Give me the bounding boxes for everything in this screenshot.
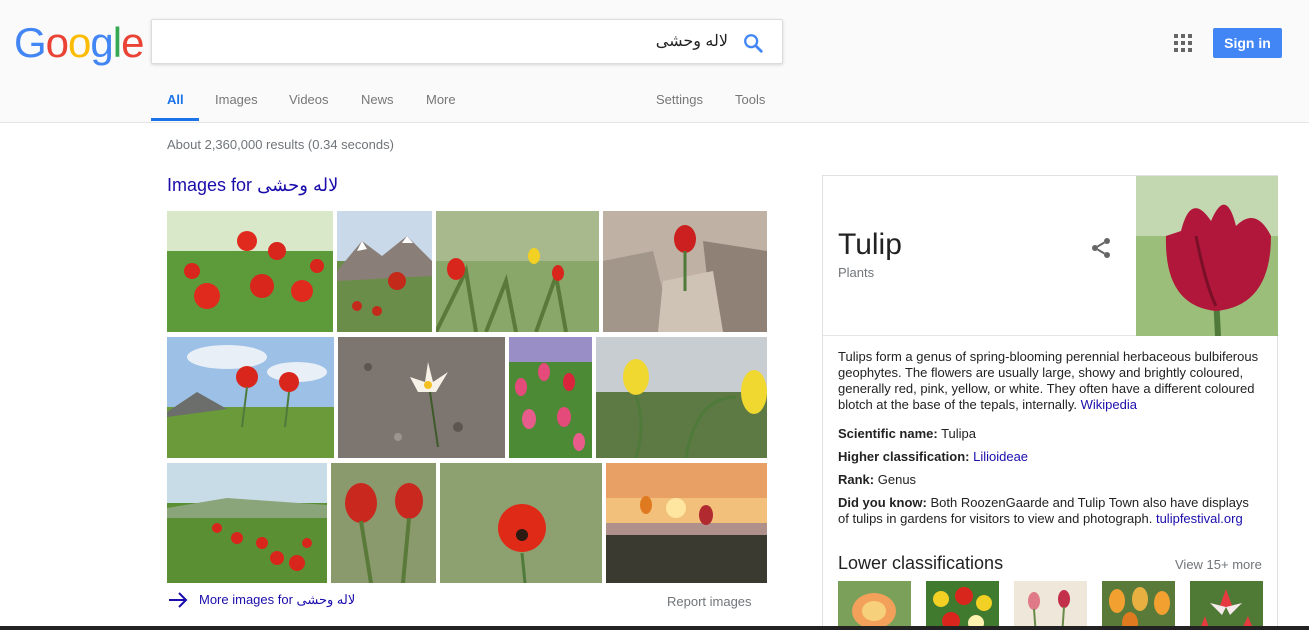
fact-label: Rank:: [838, 472, 875, 487]
more-images-link[interactable]: More images for لاله وحشی: [167, 591, 355, 609]
logo-letter: o: [45, 19, 69, 66]
tab-more[interactable]: More: [426, 92, 456, 123]
result-stats: About 2,360,000 results (0.34 seconds): [167, 137, 394, 152]
tulipfestival-link[interactable]: tulipfestival.org: [1156, 511, 1243, 526]
fact-label: Scientific name:: [838, 426, 938, 441]
apps-grid-icon[interactable]: [1174, 34, 1192, 52]
logo-letter: l: [112, 19, 122, 66]
image-result-thumbnail[interactable]: [606, 463, 767, 583]
tab-news[interactable]: News: [361, 92, 394, 123]
image-result-thumbnail[interactable]: [167, 211, 333, 332]
images-heading-prefix[interactable]: Images for: [167, 175, 252, 195]
fact-value-link[interactable]: Lilioideae: [973, 449, 1028, 464]
tab-videos[interactable]: Videos: [289, 92, 329, 123]
kp-fact-rank: Rank: Genus: [838, 472, 1263, 488]
kp-fact-scientific-name: Scientific name: Tulipa: [838, 426, 1263, 442]
logo-letter: o: [68, 19, 91, 66]
logo-letter: e: [121, 19, 144, 66]
logo-letter: G: [14, 19, 47, 66]
fact-value: Genus: [877, 472, 917, 487]
fact-value: Tulipa: [941, 426, 977, 441]
report-images-link[interactable]: Report images: [667, 594, 752, 609]
image-result-thumbnail[interactable]: [440, 463, 602, 583]
kp-title: Tulip: [838, 228, 902, 261]
image-result-thumbnail[interactable]: [338, 337, 505, 458]
sign-in-button[interactable]: Sign in: [1213, 28, 1282, 58]
logo-letter: g: [90, 19, 113, 66]
fact-label: Did you know:: [838, 495, 927, 510]
search-query[interactable]: لاله وحشی: [656, 31, 728, 51]
view-more-link[interactable]: View 15+ more: [1175, 557, 1262, 572]
tab-tools[interactable]: Tools: [735, 92, 765, 123]
arrow-right-icon: [169, 592, 188, 608]
lower-classification-thumbnail[interactable]: [1190, 581, 1263, 630]
tab-settings[interactable]: Settings: [656, 92, 703, 123]
image-result-thumbnail[interactable]: [331, 463, 436, 583]
knowledge-panel: Tulip Plants Tulips form a genus of spri…: [822, 175, 1279, 630]
tab-images[interactable]: Images: [215, 92, 258, 123]
image-result-thumbnail[interactable]: [337, 211, 432, 332]
fact-label: Higher classification:: [838, 449, 970, 464]
kp-description-text: Tulips form a genus of spring-blooming p…: [838, 349, 1259, 412]
lower-classification-thumbnail[interactable]: [838, 581, 911, 630]
bottom-edge: [0, 626, 1309, 630]
image-result-thumbnail[interactable]: [436, 211, 599, 332]
tulip-image[interactable]: [1136, 176, 1278, 336]
knowledge-panel-header: Tulip Plants: [823, 176, 1279, 336]
share-icon[interactable]: [1089, 236, 1113, 260]
image-result-thumbnail[interactable]: [167, 337, 334, 458]
kp-subtitle: Plants: [838, 265, 875, 280]
images-heading[interactable]: Images for لاله وحشی: [167, 175, 338, 196]
google-logo[interactable]: Google: [14, 19, 144, 66]
more-images-label[interactable]: More images for لاله وحشی: [199, 592, 355, 608]
kp-fact-higher-classification: Higher classification: Lilioideae: [838, 449, 1263, 465]
search-icon[interactable]: [742, 32, 764, 54]
active-tab-indicator: [151, 118, 199, 121]
image-result-thumbnail[interactable]: [167, 463, 327, 583]
lower-classification-thumbnail[interactable]: [926, 581, 999, 630]
lower-classifications-title: Lower classifications: [838, 553, 1004, 573]
lower-classification-thumbnail[interactable]: [1014, 581, 1087, 630]
kp-description: Tulips form a genus of spring-blooming p…: [838, 349, 1263, 413]
kp-fact-did-you-know: Did you know: Both RoozenGaarde and Tuli…: [838, 495, 1263, 527]
image-result-thumbnail[interactable]: [596, 337, 767, 458]
images-heading-query[interactable]: لاله وحشی: [257, 175, 338, 195]
image-result-thumbnail[interactable]: [509, 337, 592, 458]
header: Google لاله وحشی Sign in All Images Vide…: [0, 0, 1309, 123]
image-result-thumbnail[interactable]: [603, 211, 767, 332]
wikipedia-link[interactable]: Wikipedia: [1081, 397, 1137, 412]
lower-classification-thumbnail[interactable]: [1102, 581, 1175, 630]
search-input[interactable]: لاله وحشی: [151, 19, 783, 64]
